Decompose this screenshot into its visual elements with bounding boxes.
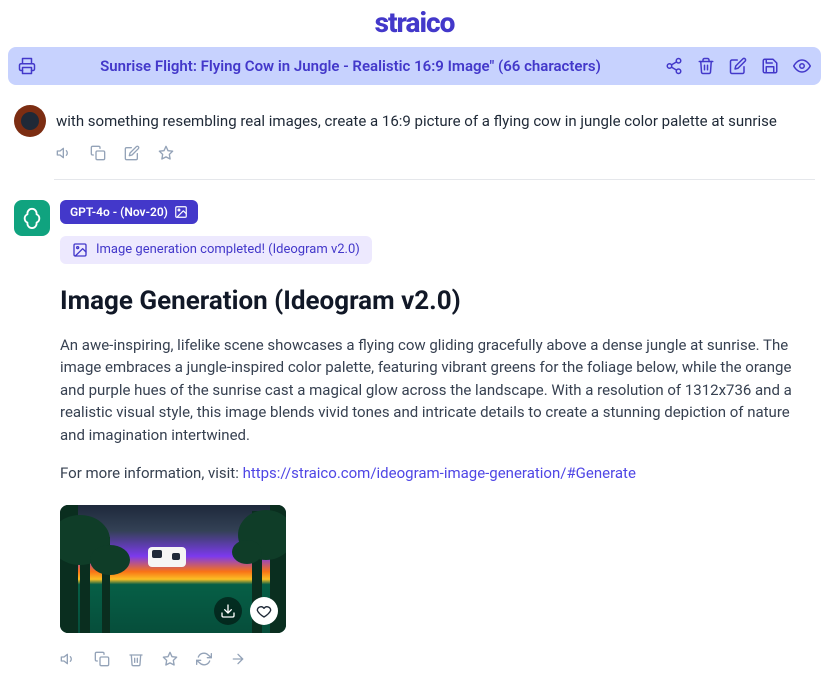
message-divider [54,179,815,180]
save-icon[interactable] [761,57,779,75]
user-message-actions [56,145,815,161]
refresh-icon[interactable] [196,651,212,667]
generated-image[interactable] [60,505,286,633]
user-message: with something resembling real images, c… [0,105,829,161]
trash-icon[interactable] [128,651,144,667]
generation-more-info: For more information, visit: https://str… [60,462,815,485]
status-badge: Image generation completed! (Ideogram v2… [60,236,372,264]
star-icon[interactable] [162,651,178,667]
favorite-image-button[interactable] [250,597,278,625]
eye-icon[interactable] [793,57,811,75]
edit-message-icon[interactable] [124,145,140,161]
status-badge-label: Image generation completed! (Ideogram v2… [96,242,360,257]
edit-icon[interactable] [729,57,747,75]
print-icon[interactable] [18,57,36,75]
share-icon[interactable] [665,57,683,75]
download-image-button[interactable] [214,597,242,625]
more-info-link[interactable]: https://straico.com/ideogram-image-gener… [243,464,636,482]
app-logo: straico [375,6,455,39]
copy-icon[interactable] [94,651,110,667]
model-badge-label: GPT-4o - (Nov-20) [70,205,168,219]
image-icon [174,205,188,219]
conversation-title: Sunrise Flight: Flying Cow in Jungle - R… [48,57,653,75]
ai-avatar [14,200,50,236]
user-avatar [14,105,46,137]
star-icon[interactable] [158,145,174,161]
ai-message: GPT-4o - (Nov-20) Image generation compl… [0,200,829,667]
ai-message-actions [60,651,815,667]
generation-heading: Image Generation (Ideogram v2.0) [60,286,815,316]
speaker-icon[interactable] [60,651,76,667]
trash-icon[interactable] [697,57,715,75]
image-status-icon [72,242,88,258]
generation-description: An awe-inspiring, lifelike scene showcas… [60,334,815,447]
cow-subject [148,547,186,567]
speaker-icon[interactable] [56,145,72,161]
more-info-prefix: For more information, visit: [60,464,243,482]
copy-icon[interactable] [90,145,106,161]
user-message-text: with something resembling real images, c… [56,105,815,133]
model-badge: GPT-4o - (Nov-20) [60,200,198,224]
conversation-title-bar: Sunrise Flight: Flying Cow in Jungle - R… [8,47,821,85]
arrow-right-icon[interactable] [230,651,246,667]
